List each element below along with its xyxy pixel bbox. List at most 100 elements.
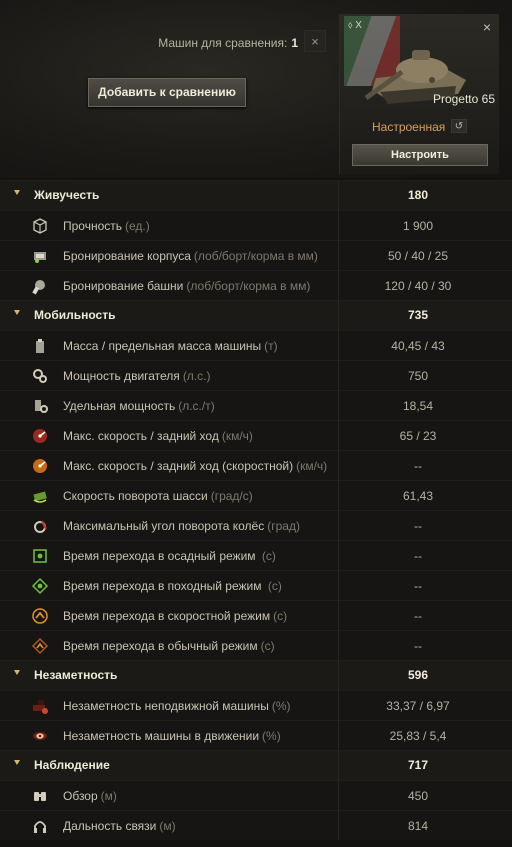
stat-value: -- (414, 579, 422, 593)
stat-value: 18,54 (402, 399, 434, 413)
stat-value: 750 (407, 369, 429, 383)
stat-label-text: Время перехода в походный режим (63, 579, 262, 593)
stat-row: Время перехода в обычный режим (с) -- (0, 630, 512, 660)
stat-label: Время перехода в осадный режим (с) (63, 549, 276, 563)
stat-row: Мощность двигателя (л.с.) 750 (0, 360, 512, 390)
stat-value: 450 (407, 789, 429, 803)
stat-row: Незаметность неподвижной машины (%) 33,37… (0, 690, 512, 720)
stat-label: Время перехода в обычный режим (с) (63, 639, 275, 653)
category-value: 596 (407, 668, 429, 682)
stat-label: Прочность (ед.) (63, 219, 150, 233)
stat-label-text: Время перехода в обычный режим (63, 639, 258, 653)
remove-vehicle-button[interactable]: × (478, 18, 496, 36)
normal-mode-icon (31, 637, 49, 655)
stat-unit: (л.с./т) (178, 399, 215, 413)
stat-unit: (%) (271, 699, 291, 713)
stat-value: 33,37 / 6,97 (386, 699, 450, 713)
stat-unit: (лоб/борт/корма в мм) (193, 249, 318, 263)
stat-row: Максимальный угол поворота колёс (град) -… (0, 510, 512, 540)
stat-value: 40,45 / 43 (391, 339, 445, 353)
category-name: Мобильность (34, 308, 116, 322)
stat-unit: (%) (262, 729, 281, 743)
stat-row: Время перехода в походный режим (с) -- (0, 570, 512, 600)
reset-config-icon[interactable]: ↺ (451, 119, 467, 133)
category-row[interactable]: Наблюдение 717 (0, 750, 512, 780)
turret-armor-icon (32, 280, 45, 295)
category-row[interactable]: Мобильность 735 (0, 300, 512, 330)
stat-row: Бронирование корпуса (лоб/борт/корма в мм… (0, 240, 512, 270)
compare-count-value: 1 (291, 36, 298, 50)
hull-armor-icon (34, 252, 46, 263)
add-to-compare-button[interactable]: Добавить к сравнению (88, 78, 246, 107)
stat-unit: (с) (264, 579, 282, 593)
stat-label: Максимальный угол поворота колёс (град) (63, 519, 300, 533)
stats-table: Живучесть 180 Прочность (ед.) 1 900 Брони… (0, 180, 512, 840)
stat-unit: (км/ч) (221, 429, 253, 443)
stat-label-text: Время перехода в скоростной режим (63, 609, 271, 623)
collapse-caret-icon[interactable] (14, 670, 20, 675)
stat-value: -- (414, 639, 422, 653)
stat-label-text: Макс. скорость / задний ход (скоростной) (63, 459, 294, 473)
collapse-caret-icon[interactable] (14, 760, 20, 765)
stat-label: Время перехода в скоростной режим (с) (63, 609, 287, 623)
stat-value: 1 900 (402, 219, 434, 233)
camo-stationary-icon (33, 700, 48, 714)
stat-label: Бронирование корпуса (лоб/борт/корма в мм… (63, 249, 318, 263)
stat-label-text: Максимальный угол поворота колёс (63, 519, 265, 533)
stat-row: Бронирование башни (лоб/борт/корма в мм) … (0, 270, 512, 300)
speed-icon (33, 429, 47, 443)
compare-count: Машин для сравнения: 1 (158, 36, 298, 50)
stat-row: Обзор (м) 450 (0, 780, 512, 810)
stat-value: 814 (407, 819, 429, 833)
clear-compare-button[interactable]: × (304, 30, 326, 52)
stat-row: Удельная мощность (л.с./т) 18,54 (0, 390, 512, 420)
category-row[interactable]: Живучесть 180 (0, 180, 512, 210)
stat-label: Макс. скорость / задний ход (км/ч) (63, 429, 253, 443)
compare-controls: Машин для сравнения: 1 × Добавить к сравн… (10, 14, 330, 170)
stat-row: Масса / предельная масса машины (т) 40,45… (0, 330, 512, 360)
speed-fast-icon (33, 459, 47, 473)
stat-value: -- (414, 519, 422, 533)
stat-unit: (км/ч) (296, 459, 328, 473)
stat-unit: (ед.) (125, 219, 150, 233)
tier-badge: ⬨ X (348, 20, 362, 31)
category-value: 717 (407, 758, 429, 772)
stat-unit: (лоб/борт/корма в мм) (186, 279, 311, 293)
stat-value: -- (414, 609, 422, 623)
specific-power-icon (35, 400, 48, 413)
stat-label-text: Дальность связи (63, 819, 157, 833)
stat-label-text: Бронирование корпуса (63, 249, 191, 263)
stat-value: 50 / 40 / 25 (387, 249, 449, 263)
stat-unit: (л.с.) (182, 369, 211, 383)
stat-label: Обзор (м) (63, 789, 117, 803)
category-name: Незаметность (34, 668, 118, 682)
category-value: 735 (407, 308, 429, 322)
stat-label-text: Масса / предельная масса машины (63, 339, 262, 353)
durability-icon (33, 218, 47, 234)
stat-row: Дальность связи (м) 814 (0, 810, 512, 840)
collapse-caret-icon[interactable] (14, 190, 20, 195)
stat-label: Удельная мощность (л.с./т) (63, 399, 215, 413)
stat-row: Макс. скорость / задний ход (скоростной)… (0, 450, 512, 480)
stat-unit: (с) (258, 549, 276, 563)
category-row[interactable]: Незаметность 596 (0, 660, 512, 690)
configure-button[interactable]: Настроить (352, 144, 488, 166)
wheel-angle-icon (34, 520, 47, 533)
stat-unit: (м) (159, 819, 176, 833)
collapse-caret-icon[interactable] (14, 310, 20, 315)
stat-unit: (с) (273, 609, 288, 623)
stat-label-text: Скорость поворота шасси (63, 489, 208, 503)
stat-unit: (град) (267, 519, 300, 533)
stat-unit: (с) (260, 639, 275, 653)
stat-row: Скорость поворота шасси (град/с) 61,43 (0, 480, 512, 510)
stat-unit: (м) (100, 789, 117, 803)
stat-row: Время перехода в осадный режим (с) -- (0, 540, 512, 570)
radio-range-icon (34, 821, 46, 833)
weight-icon (36, 339, 44, 353)
stat-label: Дальность связи (м) (63, 819, 176, 833)
config-state-label: Настроенная (372, 120, 446, 134)
stat-value: 25,83 / 5,4 (389, 729, 447, 743)
stat-label: Масса / предельная масса машины (т) (63, 339, 278, 353)
stat-unit: (т) (264, 339, 278, 353)
category-name: Живучесть (34, 188, 100, 202)
